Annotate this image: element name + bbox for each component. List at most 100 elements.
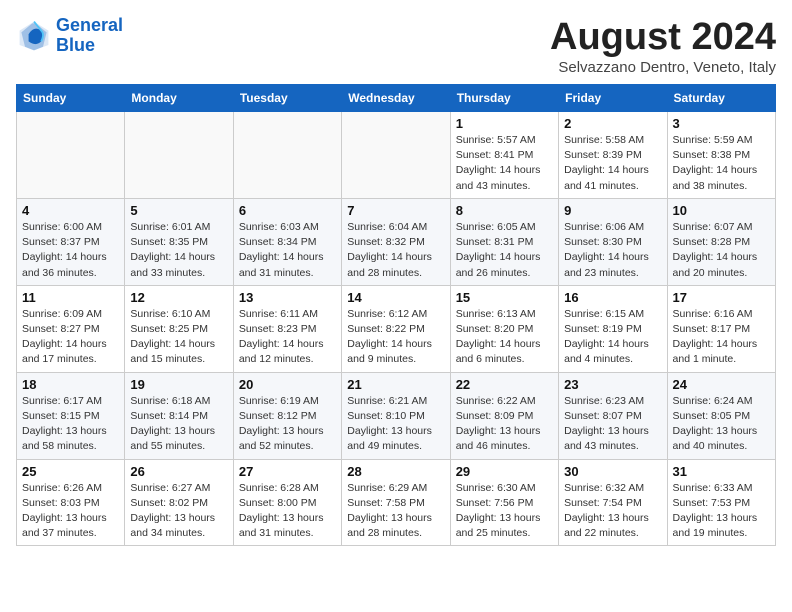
day-detail: Sunrise: 6:27 AM Sunset: 8:02 PM Dayligh…: [130, 481, 227, 542]
day-number: 5: [130, 203, 227, 218]
day-cell: 9 Sunrise: 6:06 AM Sunset: 8:30 PM Daylig…: [559, 198, 667, 285]
day-cell: [125, 112, 233, 199]
day-number: 30: [564, 464, 661, 479]
day-number: 18: [22, 377, 119, 392]
week-row-4: 18 Sunrise: 6:17 AM Sunset: 8:15 PM Dayli…: [17, 372, 776, 459]
weekday-header-thursday: Thursday: [450, 85, 558, 112]
day-cell: 13Sunrise: 6:11 AM Sunset: 8:23 PM Dayli…: [233, 285, 341, 372]
day-number: 7: [347, 203, 444, 218]
day-number: 23: [564, 377, 661, 392]
day-cell: 11 Sunrise: 6:09 AM Sunset: 8:27 PM Dayli…: [17, 285, 125, 372]
day-detail: Sunrise: 6:29 AM Sunset: 7:58 PM Dayligh…: [347, 481, 444, 542]
day-cell: 18 Sunrise: 6:17 AM Sunset: 8:15 PM Dayli…: [17, 372, 125, 459]
day-number: 28: [347, 464, 444, 479]
day-detail: Sunrise: 5:59 AM Sunset: 8:38 PM Dayligh…: [673, 133, 770, 194]
day-number: 15: [456, 290, 553, 305]
day-number: 4: [22, 203, 119, 218]
logo-icon: [16, 18, 52, 54]
day-cell: [17, 112, 125, 199]
day-number: 21: [347, 377, 444, 392]
day-cell: 6Sunrise: 6:03 AM Sunset: 8:34 PM Daylig…: [233, 198, 341, 285]
day-detail: Sunrise: 6:15 AM Sunset: 8:19 PM Dayligh…: [564, 307, 661, 368]
day-detail: Sunrise: 6:33 AM Sunset: 7:53 PM Dayligh…: [673, 481, 770, 542]
day-detail: Sunrise: 6:05 AM Sunset: 8:31 PM Dayligh…: [456, 220, 553, 281]
day-detail: Sunrise: 6:07 AM Sunset: 8:28 PM Dayligh…: [673, 220, 770, 281]
day-detail: Sunrise: 6:10 AM Sunset: 8:25 PM Dayligh…: [130, 307, 227, 368]
day-cell: 22 Sunrise: 6:22 AM Sunset: 8:09 PM Dayli…: [450, 372, 558, 459]
week-row-5: 25 Sunrise: 6:26 AM Sunset: 8:03 PM Dayli…: [17, 459, 776, 546]
day-cell: 25 Sunrise: 6:26 AM Sunset: 8:03 PM Dayli…: [17, 459, 125, 546]
day-number: 2: [564, 116, 661, 131]
day-detail: Sunrise: 6:06 AM Sunset: 8:30 PM Dayligh…: [564, 220, 661, 281]
day-detail: Sunrise: 5:57 AM Sunset: 8:41 PM Dayligh…: [456, 133, 553, 194]
weekday-header-row: SundayMondayTuesdayWednesdayThursdayFrid…: [17, 85, 776, 112]
day-cell: 20Sunrise: 6:19 AM Sunset: 8:12 PM Dayli…: [233, 372, 341, 459]
day-detail: Sunrise: 6:12 AM Sunset: 8:22 PM Dayligh…: [347, 307, 444, 368]
week-row-3: 11 Sunrise: 6:09 AM Sunset: 8:27 PM Dayli…: [17, 285, 776, 372]
day-cell: 8 Sunrise: 6:05 AM Sunset: 8:31 PM Daylig…: [450, 198, 558, 285]
month-title: August 2024: [550, 16, 776, 59]
day-cell: 23 Sunrise: 6:23 AM Sunset: 8:07 PM Dayli…: [559, 372, 667, 459]
day-cell: 10 Sunrise: 6:07 AM Sunset: 8:28 PM Dayli…: [667, 198, 775, 285]
day-cell: 12 Sunrise: 6:10 AM Sunset: 8:25 PM Dayli…: [125, 285, 233, 372]
day-detail: Sunrise: 6:21 AM Sunset: 8:10 PM Dayligh…: [347, 394, 444, 455]
week-row-1: 1 Sunrise: 5:57 AM Sunset: 8:41 PM Daylig…: [17, 112, 776, 199]
day-cell: 1 Sunrise: 5:57 AM Sunset: 8:41 PM Daylig…: [450, 112, 558, 199]
day-number: 10: [673, 203, 770, 218]
page-header: General Blue August 2024 Selvazzano Dent…: [16, 16, 776, 76]
day-cell: 17 Sunrise: 6:16 AM Sunset: 8:17 PM Dayli…: [667, 285, 775, 372]
day-number: 24: [673, 377, 770, 392]
day-detail: Sunrise: 6:09 AM Sunset: 8:27 PM Dayligh…: [22, 307, 119, 368]
day-detail: Sunrise: 6:24 AM Sunset: 8:05 PM Dayligh…: [673, 394, 770, 455]
title-block: August 2024 Selvazzano Dentro, Veneto, I…: [550, 16, 776, 76]
day-detail: Sunrise: 6:18 AM Sunset: 8:14 PM Dayligh…: [130, 394, 227, 455]
day-detail: Sunrise: 6:16 AM Sunset: 8:17 PM Dayligh…: [673, 307, 770, 368]
day-cell: 21 Sunrise: 6:21 AM Sunset: 8:10 PM Dayli…: [342, 372, 450, 459]
week-row-2: 4Sunrise: 6:00 AM Sunset: 8:37 PM Daylig…: [17, 198, 776, 285]
day-detail: Sunrise: 6:22 AM Sunset: 8:09 PM Dayligh…: [456, 394, 553, 455]
day-number: 8: [456, 203, 553, 218]
day-cell: 2 Sunrise: 5:58 AM Sunset: 8:39 PM Daylig…: [559, 112, 667, 199]
day-cell: 19 Sunrise: 6:18 AM Sunset: 8:14 PM Dayli…: [125, 372, 233, 459]
day-detail: Sunrise: 5:58 AM Sunset: 8:39 PM Dayligh…: [564, 133, 661, 194]
day-number: 14: [347, 290, 444, 305]
day-cell: [342, 112, 450, 199]
day-cell: 3Sunrise: 5:59 AM Sunset: 8:38 PM Daylig…: [667, 112, 775, 199]
day-detail: Sunrise: 6:23 AM Sunset: 8:07 PM Dayligh…: [564, 394, 661, 455]
day-detail: Sunrise: 6:03 AM Sunset: 8:34 PM Dayligh…: [239, 220, 336, 281]
day-detail: Sunrise: 6:01 AM Sunset: 8:35 PM Dayligh…: [130, 220, 227, 281]
weekday-header-saturday: Saturday: [667, 85, 775, 112]
logo: General Blue: [16, 16, 123, 56]
weekday-header-monday: Monday: [125, 85, 233, 112]
day-detail: Sunrise: 6:17 AM Sunset: 8:15 PM Dayligh…: [22, 394, 119, 455]
day-detail: Sunrise: 6:30 AM Sunset: 7:56 PM Dayligh…: [456, 481, 553, 542]
day-cell: 24 Sunrise: 6:24 AM Sunset: 8:05 PM Dayli…: [667, 372, 775, 459]
day-cell: 7 Sunrise: 6:04 AM Sunset: 8:32 PM Daylig…: [342, 198, 450, 285]
day-number: 31: [673, 464, 770, 479]
weekday-header-tuesday: Tuesday: [233, 85, 341, 112]
day-cell: 28 Sunrise: 6:29 AM Sunset: 7:58 PM Dayli…: [342, 459, 450, 546]
day-number: 11: [22, 290, 119, 305]
day-detail: Sunrise: 6:32 AM Sunset: 7:54 PM Dayligh…: [564, 481, 661, 542]
day-number: 12: [130, 290, 227, 305]
day-detail: Sunrise: 6:28 AM Sunset: 8:00 PM Dayligh…: [239, 481, 336, 542]
day-detail: Sunrise: 6:13 AM Sunset: 8:20 PM Dayligh…: [456, 307, 553, 368]
day-cell: 27 Sunrise: 6:28 AM Sunset: 8:00 PM Dayli…: [233, 459, 341, 546]
day-number: 25: [22, 464, 119, 479]
day-number: 22: [456, 377, 553, 392]
day-cell: 15 Sunrise: 6:13 AM Sunset: 8:20 PM Dayli…: [450, 285, 558, 372]
day-detail: Sunrise: 6:04 AM Sunset: 8:32 PM Dayligh…: [347, 220, 444, 281]
calendar-table: SundayMondayTuesdayWednesdayThursdayFrid…: [16, 84, 776, 546]
day-detail: Sunrise: 6:26 AM Sunset: 8:03 PM Dayligh…: [22, 481, 119, 542]
day-number: 17: [673, 290, 770, 305]
weekday-header-wednesday: Wednesday: [342, 85, 450, 112]
day-cell: 14 Sunrise: 6:12 AM Sunset: 8:22 PM Dayli…: [342, 285, 450, 372]
day-number: 9: [564, 203, 661, 218]
day-number: 27: [239, 464, 336, 479]
day-cell: 4Sunrise: 6:00 AM Sunset: 8:37 PM Daylig…: [17, 198, 125, 285]
day-number: 19: [130, 377, 227, 392]
weekday-header-friday: Friday: [559, 85, 667, 112]
logo-text: General Blue: [56, 16, 123, 56]
day-number: 1: [456, 116, 553, 131]
day-number: 20: [239, 377, 336, 392]
